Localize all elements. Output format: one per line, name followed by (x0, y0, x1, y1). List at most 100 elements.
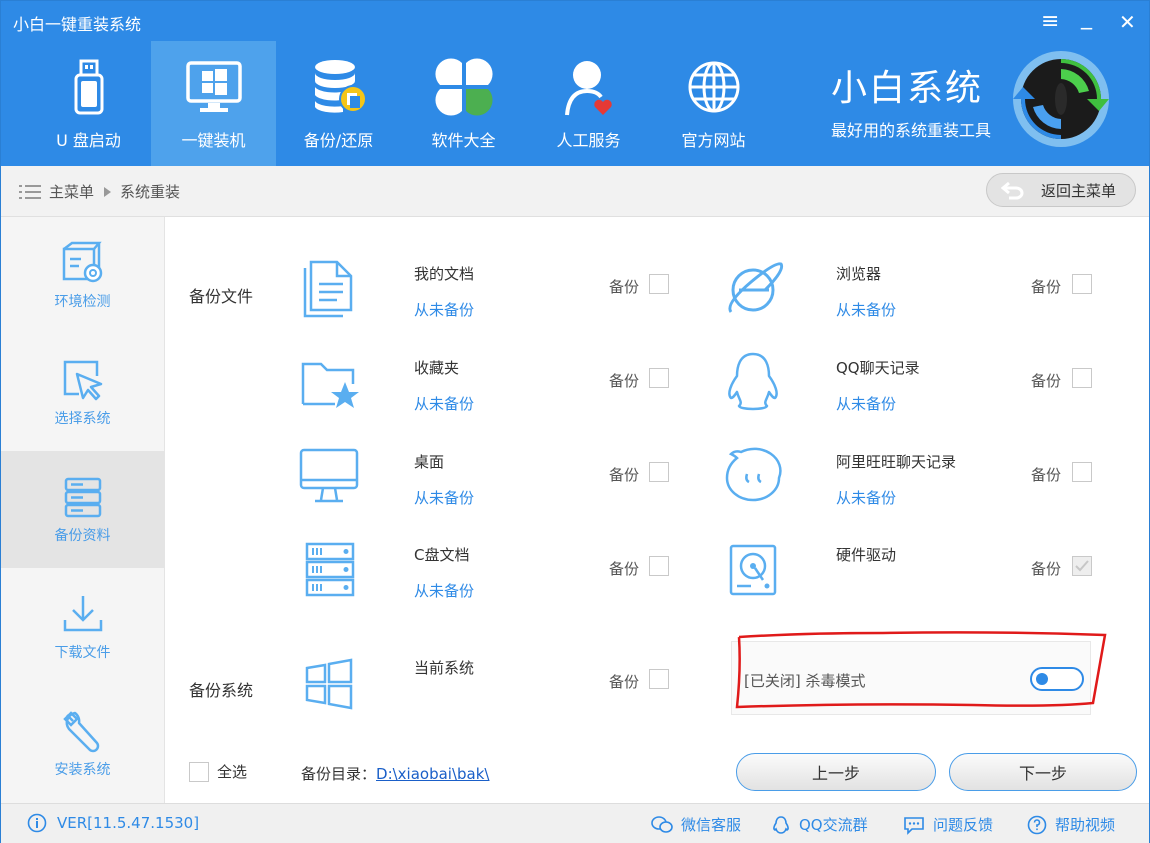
backup-checkbox-favorites[interactable] (649, 368, 669, 388)
header: 小白一键重装系统 ≡ _ ✕ U 盘启动 一键装机 备份/还原 软件大全 人工服… (1, 1, 1149, 166)
footer: VER[11.5.47.1530] 微信客服 QQ交流群 问题反馈 帮助视频 (1, 803, 1149, 843)
select-all-label: 全选 (217, 763, 248, 781)
backup-label: 备份 (609, 372, 640, 390)
environment-check-icon (62, 241, 102, 283)
backup-label: 备份 (1031, 278, 1062, 296)
footer-link-label: 帮助视频 (1055, 816, 1116, 834)
feedback-link[interactable]: 问题反馈 (903, 814, 993, 835)
nav-label: 一键装机 (181, 131, 246, 150)
minimize-icon[interactable]: _ (1081, 3, 1092, 33)
sidebar-item-download[interactable]: 下载文件 (1, 568, 164, 685)
item-name-c-docs: C盘文档 (414, 546, 470, 564)
next-step-button[interactable]: 下一步 (949, 753, 1137, 791)
top-nav: U 盘启动 一键装机 备份/还原 软件大全 人工服务 官方网站 (26, 41, 776, 166)
brand-title: 小白系统 (831, 68, 984, 109)
breadcrumb-root[interactable]: 主菜单 (49, 181, 94, 202)
qq-group-link[interactable]: QQ交流群 (771, 814, 868, 835)
footer-link-label: 问题反馈 (933, 816, 994, 834)
backup-server-icon (64, 477, 101, 518)
item-name-current-system: 当前系统 (414, 659, 475, 677)
sidebar-label: 下载文件 (54, 645, 111, 661)
item-name-qq-chat: QQ聊天记录 (836, 359, 920, 377)
backup-checkbox-browser[interactable] (1072, 274, 1092, 294)
server-rack-icon (305, 542, 355, 597)
desktop-monitor-icon (299, 448, 359, 503)
wechat-service-link[interactable]: 微信客服 (651, 814, 741, 835)
nav-one-click-install[interactable]: 一键装机 (151, 41, 276, 166)
check-icon (1075, 560, 1089, 572)
nav-label: 备份/还原 (303, 131, 374, 150)
nav-label: 人工服务 (556, 131, 621, 150)
select-all[interactable]: 全选 (189, 761, 247, 782)
qq-penguin-icon (728, 352, 778, 411)
usb-drive-icon (74, 59, 103, 115)
info-icon (27, 813, 47, 833)
nav-software[interactable]: 软件大全 (401, 41, 526, 166)
breadcrumb: 主菜单 系统重装 (19, 181, 180, 202)
feedback-chat-icon (904, 816, 924, 835)
backup-checkbox-desktop[interactable] (649, 462, 669, 482)
section-backup-files: 备份文件 (189, 287, 254, 306)
backup-label: 备份 (1031, 560, 1062, 578)
nav-usb-boot[interactable]: U 盘启动 (26, 41, 151, 166)
nav-backup-restore[interactable]: 备份/还原 (276, 41, 401, 166)
backup-label: 备份 (1031, 372, 1062, 390)
windows-logo-icon (305, 658, 353, 710)
item-status-desktop: 从未备份 (414, 489, 475, 507)
backup-checkbox-drivers[interactable] (1072, 556, 1092, 576)
brand-subtitle: 最好用的系统重装工具 (831, 121, 992, 140)
backup-directory: 备份目录：D:\xiaobai\bak\ (301, 763, 489, 784)
select-all-checkbox[interactable] (189, 761, 209, 782)
version-info: VER[11.5.47.1530] (27, 813, 199, 833)
sidebar-item-backup-data[interactable]: 备份资料 (1, 451, 164, 568)
backup-directory-link[interactable]: D:\xiaobai\bak\ (376, 765, 489, 783)
antivirus-mode-panel: [已关闭] 杀毒模式 (731, 641, 1091, 715)
sidebar-item-env-check[interactable]: 环境检测 (1, 217, 164, 334)
nav-label: 官方网站 (681, 131, 746, 150)
wechat-icon (651, 815, 673, 833)
backup-checkbox-my-docs[interactable] (649, 274, 669, 294)
back-button-label: 返回主菜单 (1041, 181, 1117, 200)
documents-icon (303, 260, 353, 318)
menu-icon[interactable]: ≡ (1041, 7, 1059, 37)
antivirus-mode-toggle[interactable] (1030, 667, 1084, 691)
select-cursor-icon (63, 360, 102, 401)
sidebar-item-install[interactable]: 安装系统 (1, 685, 164, 802)
backup-label: 备份 (1031, 466, 1062, 484)
close-icon[interactable]: ✕ (1119, 7, 1136, 37)
back-to-main-button[interactable]: 返回主菜单 (986, 173, 1136, 207)
breadcrumb-bar: 主菜单 系统重装 返回主菜单 (1, 166, 1149, 217)
caret-right-icon (104, 186, 112, 197)
sidebar-label: 备份资料 (54, 528, 111, 544)
globe-icon (688, 61, 739, 113)
breadcrumb-current: 系统重装 (120, 183, 181, 201)
sidebar-item-select-system[interactable]: 选择系统 (1, 334, 164, 451)
prev-step-button[interactable]: 上一步 (736, 753, 936, 791)
backup-directory-label: 备份目录： (301, 765, 377, 783)
footer-link-label: 微信客服 (681, 816, 742, 834)
help-video-link[interactable]: 帮助视频 (1027, 814, 1115, 835)
sidebar: 环境检测 选择系统 备份资料 下载文件 安装系统 (1, 217, 165, 803)
version-text: VER[11.5.47.1530] (57, 814, 200, 832)
sidebar-label: 安装系统 (54, 762, 111, 778)
item-status-c-docs: 从未备份 (414, 582, 475, 600)
item-status-aliww: 从未备份 (836, 489, 897, 507)
backup-label: 备份 (609, 673, 640, 691)
item-name-browser: 浏览器 (836, 265, 882, 283)
item-status-my-docs: 从未备份 (414, 301, 475, 319)
return-arrow-icon (1001, 181, 1024, 200)
nav-website[interactable]: 官方网站 (651, 41, 776, 166)
backup-checkbox-current-system[interactable] (649, 669, 669, 689)
section-backup-system: 备份系统 (189, 681, 254, 700)
database-backup-icon (314, 60, 367, 113)
help-icon (1027, 815, 1047, 834)
item-name-drivers: 硬件驱动 (836, 546, 897, 564)
backup-checkbox-c-docs[interactable] (649, 556, 669, 576)
backup-checkbox-qq-chat[interactable] (1072, 368, 1092, 388)
app-window: 小白一键重装系统 ≡ _ ✕ U 盘启动 一键装机 备份/还原 软件大全 人工服… (0, 0, 1150, 843)
nav-support[interactable]: 人工服务 (526, 41, 651, 166)
monitor-windows-icon (185, 61, 242, 112)
backup-checkbox-aliww[interactable] (1072, 462, 1092, 482)
sidebar-label: 选择系统 (54, 411, 111, 427)
item-status-browser: 从未备份 (836, 301, 897, 319)
